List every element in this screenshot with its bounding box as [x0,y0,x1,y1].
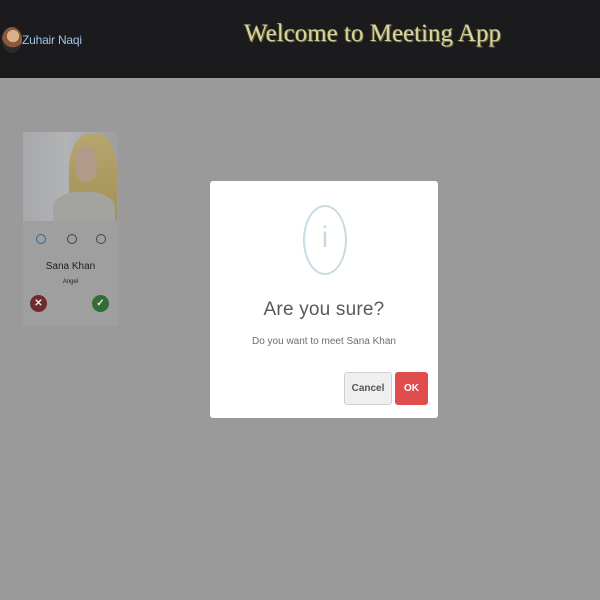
page-title: Welcome to Meeting App [244,20,501,47]
x-icon: ✕ [34,298,43,309]
reject-button[interactable]: ✕ [30,295,47,312]
card-radio-group [23,234,118,246]
user-profile[interactable]: Zuhair Naqi [2,24,82,56]
confirm-dialog: i Are you sure? Do you want to meet Sana… [210,181,438,418]
profile-photo [23,132,118,221]
card-name: Sana Khan [45,261,96,272]
radio-option-2[interactable] [67,234,77,244]
radio-option-3[interactable] [96,234,106,244]
check-icon: ✓ [96,298,105,309]
cancel-button[interactable]: Cancel [344,372,392,405]
app-header: Zuhair Naqi Welcome to Meeting App [0,0,600,78]
dialog-title: Are you sure? [263,299,385,320]
user-name: Zuhair Naqi [22,33,82,47]
info-icon: i [303,205,347,275]
user-avatar [2,27,22,53]
accept-button[interactable]: ✓ [92,295,109,312]
profile-card: Sana Khan Angel ✕ ✓ [23,132,118,326]
dialog-message: Do you want to meet Sana Khan [252,336,396,347]
ok-button[interactable]: OK [395,372,428,405]
radio-option-1[interactable] [36,234,46,244]
card-subtitle: Angel [62,279,79,285]
